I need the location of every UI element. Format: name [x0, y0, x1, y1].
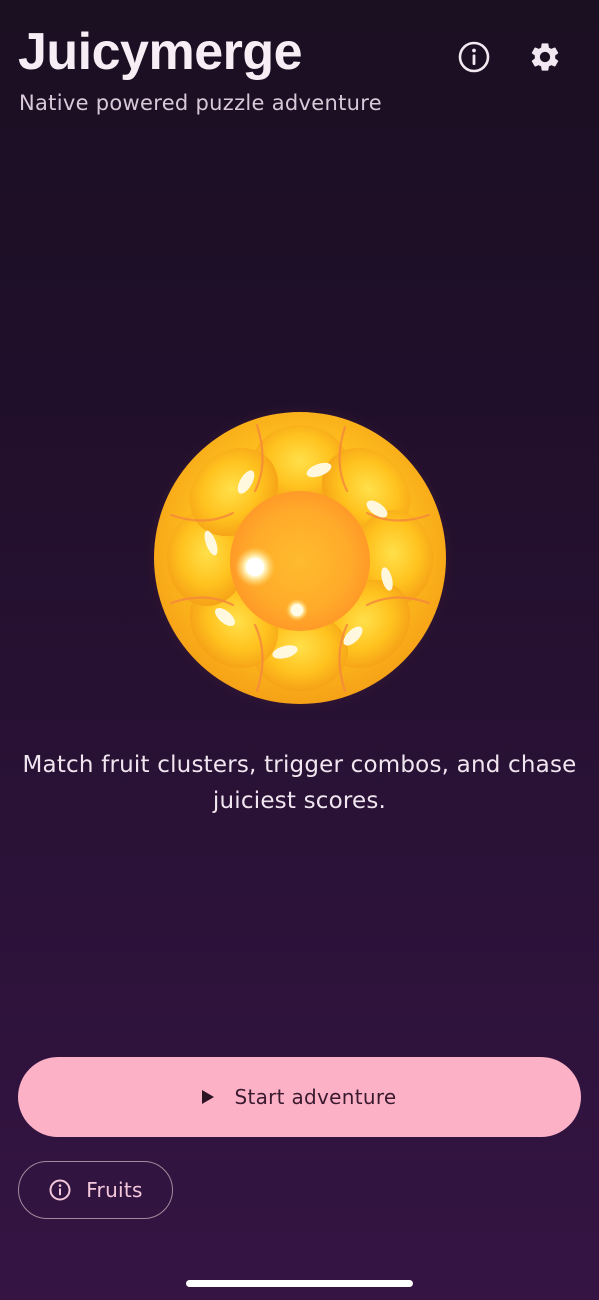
start-adventure-button[interactable]: Start adventure [18, 1057, 581, 1137]
info-button[interactable] [453, 36, 495, 78]
start-adventure-label: Start adventure [234, 1085, 397, 1109]
fruits-label: Fruits [86, 1178, 143, 1202]
fruits-button[interactable]: Fruits [18, 1161, 173, 1219]
play-icon [202, 1090, 215, 1104]
app-title: Juicymerge [18, 23, 303, 81]
fruit-illustration [145, 403, 455, 713]
tagline: Match fruit clusters, trigger combos, an… [22, 752, 577, 814]
settings-button[interactable] [524, 36, 566, 78]
home-indicator[interactable] [186, 1280, 413, 1287]
gear-icon [531, 43, 559, 71]
orange-fruit-icon [145, 403, 455, 713]
info-icon [458, 41, 490, 73]
app-subtitle: Native powered puzzle adventure [19, 91, 382, 115]
info-icon [48, 1178, 72, 1202]
